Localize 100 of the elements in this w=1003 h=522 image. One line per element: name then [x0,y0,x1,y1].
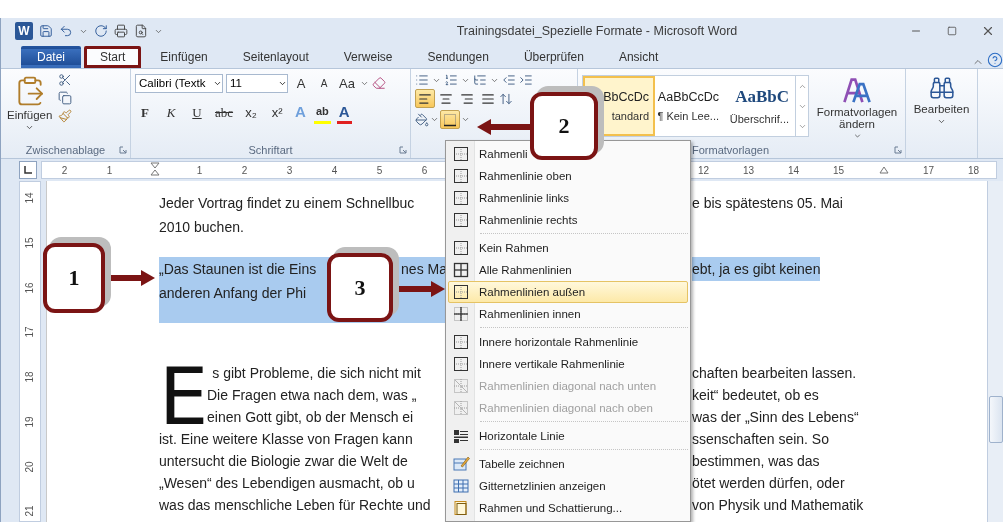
increase-indent-icon[interactable] [519,73,533,87]
dialog-launcher-icon[interactable] [399,146,407,154]
diagonal-border-icon [452,377,470,395]
ruler-number: 1 [105,164,114,176]
format-button[interactable]: x₂ [241,102,262,123]
ribbon-tab[interactable]: Seitenlayout [226,46,325,68]
borders-button[interactable] [440,110,460,129]
save-icon[interactable] [39,24,53,38]
menu-item[interactable]: Innere horizontale Rahmenlinie [448,331,688,353]
decrease-indent-icon[interactable] [502,73,516,87]
caret-icon [852,131,862,140]
binoculars-icon [928,75,955,101]
tab-stop-icon[interactable] [24,166,32,174]
file-tab[interactable]: Datei [21,46,81,68]
clear-formatting-icon[interactable] [372,76,386,90]
font-size-field[interactable]: 11 [226,73,288,93]
menu-item[interactable]: Alle Rahmenlinien [448,259,688,281]
font-color-button[interactable]: ab [313,101,331,124]
dialog-launcher-icon[interactable] [894,146,902,154]
format-painter-icon[interactable] [58,109,73,123]
ruler-number: 16 [23,281,37,293]
change-styles-button[interactable]: Formatvorlagen ändern [813,75,901,142]
ribbon-tab[interactable]: Ansicht [602,46,675,68]
font-color-button[interactable]: A [336,101,352,124]
ruler-number: 4 [330,164,339,176]
scrollbar[interactable] [987,181,1003,522]
ruler-number: 17 [23,326,37,338]
cut-icon[interactable] [58,73,73,87]
line-spacing-icon[interactable] [499,91,513,106]
menu-item[interactable]: Kein Rahmen [448,237,688,259]
close-icon[interactable] [981,24,995,38]
ribbon-tab[interactable]: Einfügen [144,46,224,68]
text-line: von Physik und Mathematik [692,496,864,515]
text-line: ist. Eine weitere Klasse von Fragen kann [159,430,413,449]
text-line: bestimmen, was das [692,452,820,471]
border-icon [452,239,470,257]
ruler-number: 12 [696,164,711,176]
ribbon-tab[interactable]: Überprüfen [507,46,600,68]
menu-item[interactable]: Rahmenlinien außen [448,281,688,303]
scroll-thumb[interactable] [988,396,1003,443]
editing-button[interactable]: Bearbeiten [911,73,972,142]
text-line: keit“ bedeutet, ob es [692,386,819,405]
multilevel-list-icon[interactable] [473,73,487,87]
text-line: was das menschliche Leben für Rechte und [159,496,431,515]
shrink-font-button[interactable]: A [314,73,334,93]
border-icon [452,355,470,373]
format-button[interactable]: abc [213,102,236,123]
menu-item[interactable]: Tabelle zeichnen [448,453,688,475]
indent-marker-icon[interactable] [149,162,160,176]
menu-item[interactable]: Rahmenlinien innen [448,303,688,325]
menu-item[interactable]: Rahmenlinie rechts [448,209,688,231]
text-line: ötet werden dürfen, oder [692,474,845,493]
maximize-icon[interactable] [947,26,957,36]
shading-icon[interactable] [415,112,429,127]
format-button[interactable]: x² [267,102,288,123]
caret-icon [937,117,946,126]
ruler-number: 3 [285,164,294,176]
style-tile[interactable]: AaBbCcDc ¶ Kein Lee... [655,76,725,136]
ribbon-tab[interactable]: Sendungen [411,46,505,68]
pencil-table-icon [452,455,470,473]
format-button[interactable]: F [135,102,155,123]
text-line: e bis spätestens 05. Mai [692,194,843,213]
ruler-number: 20 [23,460,37,472]
format-button[interactable]: K [161,102,181,123]
menu-item[interactable]: Innere vertikale Rahmenlinie [448,353,688,375]
change-case-button[interactable]: Aa [337,73,357,93]
undo-icon[interactable] [59,24,73,38]
ribbon-tab[interactable]: Verweise [327,46,409,68]
copy-icon[interactable] [58,91,73,105]
menu-item[interactable]: Rahmenlinie links [448,187,688,209]
word-logo[interactable]: W [15,22,33,40]
text-line: was der „Sinn des Lebens“ [692,408,859,427]
format-button[interactable]: U [187,102,207,123]
font-name-field[interactable]: Calibri (Textk [135,73,223,93]
style-tile[interactable]: AaBbC Überschrif... [725,76,795,136]
ruler-number: 18 [966,164,981,176]
print-icon[interactable] [114,24,128,38]
menu-item[interactable]: Gitternetzlinien anzeigen [448,475,688,497]
print-preview-icon[interactable] [134,24,148,38]
help-icon[interactable] [987,52,1003,68]
caret-icon [461,115,470,124]
paste-button[interactable]: Einfügen [5,73,55,142]
indent-marker-icon[interactable] [878,165,889,174]
border-icon [452,189,470,207]
grow-font-button[interactable]: A [291,73,311,93]
menu-item[interactable]: Rahmenlinie oben [448,165,688,187]
tab-selector[interactable] [19,161,37,179]
dialog-launcher-icon[interactable] [119,146,127,154]
text-line: „Wesen“ des Lebendigen ausmacht, ob u [159,474,415,493]
ruler-number: 21 [23,505,37,517]
align-left-icon[interactable] [415,89,435,108]
menu-item[interactable]: Rahmen und Schattierung... [448,497,688,519]
ribbon-tab[interactable]: Start [84,46,142,68]
ruler-number: 2 [240,164,249,176]
border-icon [452,145,470,163]
bullets-icon[interactable] [415,73,429,87]
numbering-icon[interactable] [444,73,458,87]
menu-item[interactable]: Horizontale Linie [448,425,688,447]
ruler-number: 6 [420,164,429,176]
redo-icon[interactable] [94,24,108,38]
